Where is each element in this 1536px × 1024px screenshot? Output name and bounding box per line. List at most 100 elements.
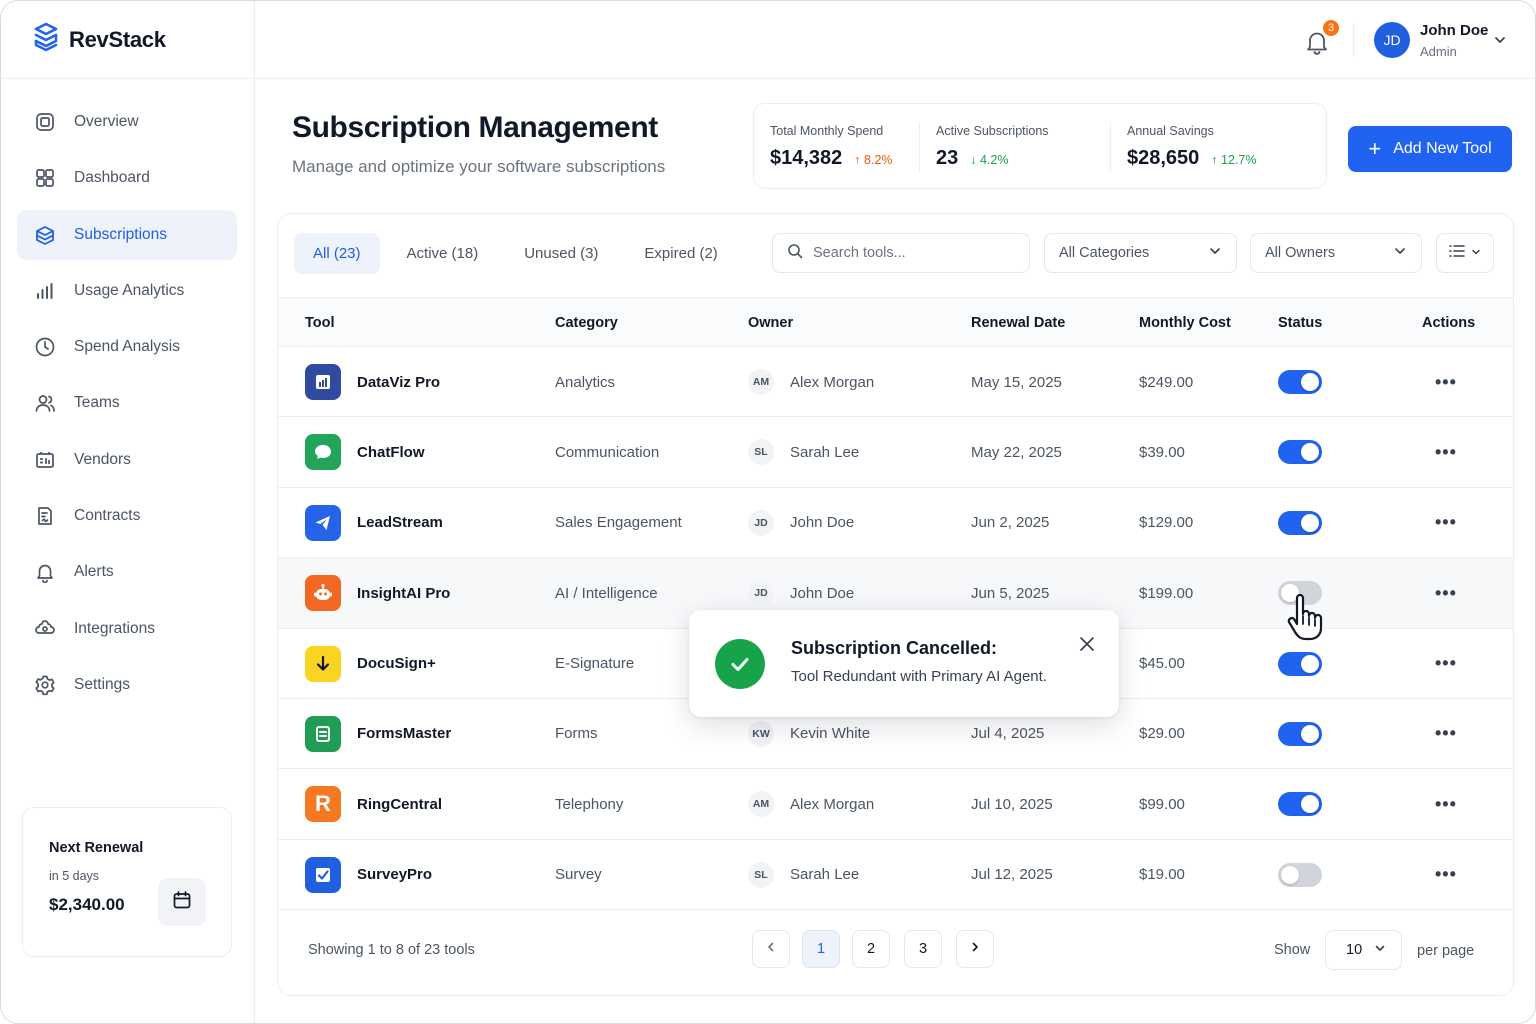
tab-expired[interactable]: Expired (2) xyxy=(625,233,736,274)
status-toggle[interactable] xyxy=(1278,651,1322,676)
subscriptions-card: All (23) Active (18) Unused (3) Expired (2)… xyxy=(277,213,1514,996)
user-avatar[interactable]: JD xyxy=(1374,22,1410,58)
status-toggle[interactable] xyxy=(1278,440,1322,465)
view-options-button[interactable] xyxy=(1436,233,1494,273)
search-input[interactable] xyxy=(813,245,1013,261)
tool-name[interactable]: DataViz Pro xyxy=(357,374,440,391)
tool-name[interactable]: DocuSign+ xyxy=(357,655,436,672)
table-row[interactable]: DataViz Pro Analytics AM Alex Morgan May 15,… xyxy=(278,347,1513,418)
tool-name[interactable]: InsightAI Pro xyxy=(357,585,450,602)
prev-page-button[interactable] xyxy=(752,930,790,968)
status-toggle[interactable] xyxy=(1278,370,1322,394)
table-row[interactable]: ChatFlow Communication SL Sarah Lee May 22, … xyxy=(278,417,1513,488)
tool-name[interactable]: FormsMaster xyxy=(357,725,451,742)
per-page-select[interactable]: 10 xyxy=(1325,930,1402,970)
tool-name[interactable]: LeadStream xyxy=(357,514,443,531)
category-cell: Sales Engagement xyxy=(555,514,682,532)
user-name[interactable]: John Doe xyxy=(1420,22,1488,39)
column-header-renewal-date[interactable]: Renewal Date xyxy=(971,315,1065,331)
table-row[interactable]: LeadStream Sales Engagement JD John Doe Jun … xyxy=(278,488,1513,559)
sidebar-item-subscriptions[interactable]: Subscriptions xyxy=(17,209,237,260)
chevron-down-icon[interactable] xyxy=(1493,33,1507,52)
actions-cell: ••• xyxy=(1435,699,1457,769)
actions-cell: ••• xyxy=(1435,488,1457,558)
renewal-title: Next Renewal xyxy=(49,840,144,856)
owner-cell: AM Alex Morgan xyxy=(748,769,874,839)
page-button-1[interactable]: 1 xyxy=(802,930,840,968)
sidebar-nav: Overview Dashboard Subscriptions Usage Anal… xyxy=(17,97,237,716)
more-options-icon[interactable]: ••• xyxy=(1435,583,1457,604)
add-new-tool-button[interactable]: + Add New Tool xyxy=(1348,126,1512,172)
renewal-date-cell: May 22, 2025 xyxy=(971,443,1062,461)
column-header-monthly-cost[interactable]: Monthly Cost xyxy=(1139,315,1231,331)
next-page-button[interactable] xyxy=(956,930,994,968)
sidebar-item-alerts[interactable]: Alerts xyxy=(17,547,237,597)
more-options-icon[interactable]: ••• xyxy=(1435,512,1457,533)
more-options-icon[interactable]: ••• xyxy=(1435,653,1457,674)
close-icon[interactable] xyxy=(1077,634,1097,654)
more-options-icon[interactable]: ••• xyxy=(1435,442,1457,463)
owner-avatar: JD xyxy=(748,509,774,536)
table-row[interactable]: SurveyPro Survey SL Sarah Lee Jul 12, 2025 $1… xyxy=(278,840,1513,911)
more-options-icon[interactable]: ••• xyxy=(1435,372,1457,393)
tab-unused[interactable]: Unused (3) xyxy=(505,233,617,274)
tool-name[interactable]: RingCentral xyxy=(357,796,442,813)
brand[interactable]: RevStack xyxy=(1,1,255,79)
sidebar-item-spend-analysis[interactable]: Spend Analysis xyxy=(17,322,237,372)
owner-name: Kevin White xyxy=(790,725,871,743)
table-row[interactable]: R RingCentral Telephony AM Alex Morgan Jul 10… xyxy=(278,769,1513,840)
chevron-right-icon xyxy=(969,941,981,957)
category-cell: Analytics xyxy=(555,373,616,391)
owner-select[interactable]: All Owners xyxy=(1250,233,1422,273)
column-header-status[interactable]: Status xyxy=(1278,315,1322,331)
status-toggle[interactable] xyxy=(1278,862,1322,887)
stat-change: ↑ 8.2% xyxy=(854,153,892,167)
sidebar-item-settings[interactable]: Settings xyxy=(17,660,237,710)
category-select[interactable]: All Categories xyxy=(1044,233,1237,273)
sidebar-item-dashboard[interactable]: Dashboard xyxy=(17,153,237,203)
column-header-owner[interactable]: Owner xyxy=(748,315,793,331)
owner-avatar: AM xyxy=(748,369,774,395)
renewal-date-cell: Jul 10, 2025 xyxy=(971,795,1053,813)
sidebar-item-integrations[interactable]: Integrations xyxy=(17,604,237,654)
sidebar-item-overview[interactable]: Overview xyxy=(17,97,237,147)
calendar-button[interactable] xyxy=(158,878,206,926)
owner-cell: SL Sarah Lee xyxy=(748,417,859,487)
page-button-2[interactable]: 2 xyxy=(852,930,890,968)
hand-pointer-cursor-icon xyxy=(1285,593,1325,647)
sidebar-item-vendors[interactable]: Vendors xyxy=(17,435,237,485)
status-toggle[interactable] xyxy=(1278,510,1322,535)
tool-cell: R RingCentral xyxy=(305,769,442,839)
tab-active[interactable]: Active (18) xyxy=(388,233,498,274)
category-cell: AI / Intelligence xyxy=(555,584,658,602)
more-options-icon[interactable]: ••• xyxy=(1435,794,1457,815)
page-button-3[interactable]: 3 xyxy=(904,930,942,968)
sidebar-item-teams[interactable]: Teams xyxy=(17,378,237,428)
status-cell xyxy=(1278,488,1322,558)
calendar-icon xyxy=(172,890,192,915)
status-toggle[interactable] xyxy=(1278,792,1322,817)
sidebar-item-usage-analytics[interactable]: Usage Analytics xyxy=(17,266,237,316)
tab-all[interactable]: All (23) xyxy=(294,233,380,274)
owner-cell: SL Sarah Lee xyxy=(748,840,859,910)
sidebar-item-label: Alerts xyxy=(74,563,114,581)
bar-chart-icon xyxy=(34,280,56,302)
sidebar-item-label: Usage Analytics xyxy=(74,281,185,299)
column-header-category[interactable]: Category xyxy=(555,315,618,331)
tool-name[interactable]: SurveyPro xyxy=(357,866,432,883)
status-toggle[interactable] xyxy=(1278,721,1322,746)
user-role: Admin xyxy=(1420,44,1457,59)
add-new-tool-label: Add New Tool xyxy=(1393,140,1492,157)
tool-cell: DataViz Pro xyxy=(305,347,440,417)
actions-cell: ••• xyxy=(1435,347,1457,417)
sidebar-item-contracts[interactable]: Contracts xyxy=(17,491,237,541)
paper-plane-logo-icon xyxy=(305,504,341,541)
more-options-icon[interactable]: ••• xyxy=(1435,723,1457,744)
more-options-icon[interactable]: ••• xyxy=(1435,864,1457,885)
category-cell: Telephony xyxy=(555,795,624,813)
toggle-knob xyxy=(1301,654,1319,673)
tool-name[interactable]: ChatFlow xyxy=(357,444,425,461)
search-box[interactable] xyxy=(772,233,1030,273)
column-header-tool[interactable]: Tool xyxy=(305,315,335,331)
tool-cell: FormsMaster xyxy=(305,699,451,769)
